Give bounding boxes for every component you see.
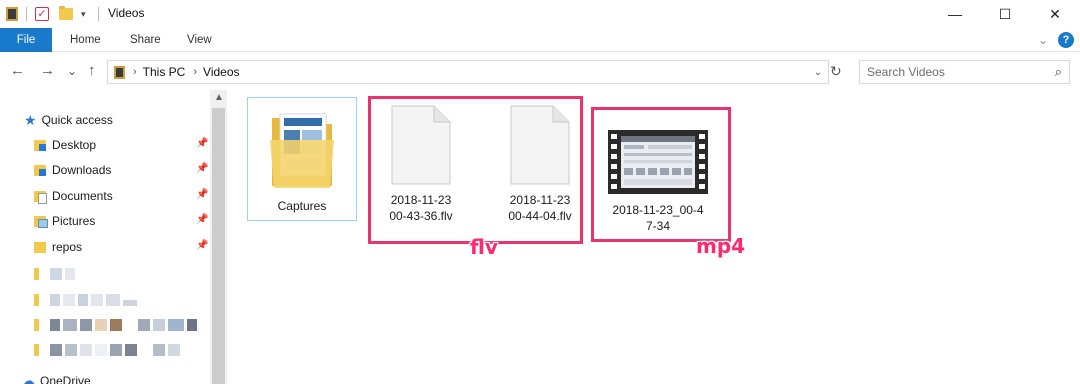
breadcrumb-this-pc[interactable]: This PC — [143, 65, 186, 79]
sidebar-item-label: Pictures — [52, 214, 96, 228]
sidebar-item-quick-access[interactable]: ★ Quick access — [24, 109, 113, 131]
help-icon[interactable]: ? — [1058, 32, 1074, 48]
window-title: Videos — [108, 6, 145, 20]
ribbon-tabs: File Home Share View ⌄ ? — [0, 28, 1080, 52]
sidebar-item-label: Downloads — [52, 163, 112, 177]
properties-icon[interactable]: ✓ — [35, 7, 49, 21]
up-button[interactable]: ↑ — [88, 62, 96, 79]
tab-share[interactable]: Share — [130, 28, 161, 52]
redacted-item[interactable] — [34, 294, 137, 306]
redacted-item[interactable] — [34, 319, 197, 331]
sidebar-item-pictures[interactable]: Pictures 📌 — [34, 210, 210, 232]
close-button[interactable]: ✕ — [1030, 0, 1080, 28]
sidebar-item-label: Quick access — [41, 113, 113, 127]
back-button[interactable]: ← — [10, 62, 25, 79]
sidebar-item-label: Documents — [52, 189, 113, 203]
file-list: Captures 2018-11-23 00-43-36.flv 2018-11… — [230, 90, 1080, 384]
navigation-pane: ★ Quick access Desktop 📌 Downloads 📌 Doc… — [0, 90, 228, 384]
refresh-button[interactable]: ↻ — [830, 63, 842, 80]
chevron-right-icon[interactable]: › — [193, 66, 197, 78]
redacted-item[interactable] — [34, 268, 75, 280]
toolbar-divider — [26, 7, 27, 21]
recent-locations-button[interactable]: ⌄ — [67, 64, 77, 78]
videos-folder-icon[interactable] — [6, 7, 18, 21]
sidebar-scrollbar[interactable]: ▲ — [210, 90, 227, 384]
tab-file[interactable]: File — [0, 28, 52, 52]
window-controls: — ☐ ✕ — [930, 0, 1080, 28]
sidebar-item-documents[interactable]: Documents 📌 — [34, 185, 210, 207]
toolbar-divider — [97, 7, 99, 21]
star-icon: ★ — [24, 111, 37, 128]
pin-icon[interactable]: 📌 — [196, 138, 208, 149]
pin-icon[interactable]: 📌 — [196, 240, 208, 251]
pin-icon[interactable]: 📌 — [196, 163, 208, 174]
sidebar-item-label: OneDrive — [40, 374, 91, 384]
pin-icon[interactable]: 📌 — [196, 189, 208, 200]
pin-icon[interactable]: 📌 — [196, 214, 208, 225]
videos-folder-icon — [114, 65, 125, 79]
flv-highlight-box — [368, 96, 583, 244]
mp4-annotation-label: mp4 — [696, 234, 746, 258]
folder-icon — [270, 113, 334, 188]
tab-view[interactable]: View — [187, 28, 212, 52]
customize-toolbar-icon[interactable]: ▾ — [77, 9, 90, 20]
breadcrumb-videos[interactable]: Videos — [203, 65, 239, 79]
folder-icon — [34, 241, 46, 253]
ribbon-right: ⌄ ? — [1038, 32, 1074, 48]
search-placeholder: Search Videos — [867, 65, 945, 79]
pictures-folder-icon — [34, 215, 48, 228]
new-folder-icon[interactable] — [59, 6, 73, 20]
sidebar-item-repos[interactable]: repos 📌 — [34, 236, 210, 258]
file-name: Captures — [277, 199, 327, 213]
minimize-button[interactable]: — — [930, 0, 980, 28]
quick-access-toolbar: ✓ ▾ — [6, 5, 103, 23]
redacted-item[interactable] — [34, 344, 180, 356]
search-icon[interactable]: ⌕ — [1055, 64, 1062, 80]
downloads-folder-icon — [34, 164, 46, 176]
cloud-icon: ☁ — [22, 373, 35, 384]
maximize-button[interactable]: ☐ — [980, 0, 1030, 28]
mp4-highlight-box — [591, 107, 731, 242]
scroll-up-icon[interactable]: ▲ — [214, 92, 224, 103]
sidebar-item-desktop[interactable]: Desktop 📌 — [34, 134, 210, 156]
tab-home[interactable]: Home — [70, 28, 101, 52]
address-bar[interactable]: › This PC › Videos ⌄ — [107, 60, 829, 84]
chevron-right-icon[interactable]: › — [133, 66, 137, 78]
address-row: ← → ⌄ ↑ › This PC › Videos ⌄ ↻ Search Vi… — [0, 56, 1080, 88]
forward-button[interactable]: → — [40, 62, 55, 79]
documents-folder-icon — [34, 190, 47, 204]
sidebar-item-downloads[interactable]: Downloads 📌 — [34, 159, 210, 181]
scrollbar-thumb[interactable] — [212, 108, 225, 384]
address-dropdown-icon[interactable]: ⌄ — [808, 61, 828, 83]
sidebar-item-label: repos — [52, 240, 83, 254]
title-bar: ✓ ▾ Videos — ☐ ✕ — [0, 0, 1080, 28]
search-input[interactable]: Search Videos ⌕ — [859, 60, 1070, 84]
desktop-folder-icon — [34, 139, 46, 151]
sidebar-item-label: Desktop — [52, 138, 97, 152]
expand-ribbon-icon[interactable]: ⌄ — [1038, 33, 1048, 47]
file-item-captures[interactable]: Captures — [247, 97, 357, 221]
sidebar-item-onedrive[interactable]: ☁ OneDrive — [22, 370, 91, 384]
flv-annotation-label: flv — [470, 235, 498, 259]
